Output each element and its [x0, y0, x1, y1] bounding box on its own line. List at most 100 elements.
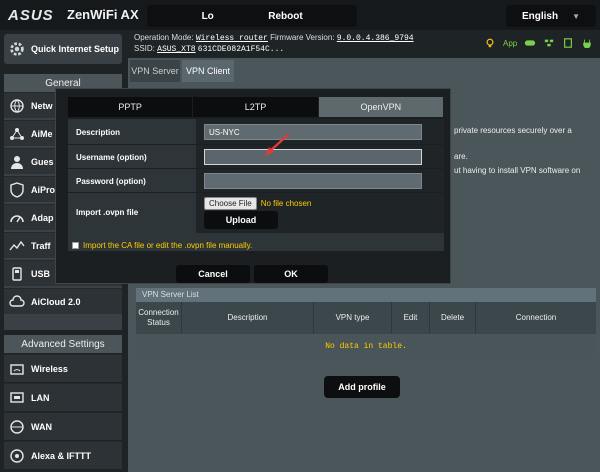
description-row: Description: [68, 119, 444, 145]
description-text-1: private resources securely over a: [454, 126, 572, 135]
upload-button[interactable]: Upload: [204, 211, 278, 229]
sidebar-item-label: AiPro: [31, 184, 56, 195]
password-row: Password (option): [68, 169, 444, 193]
gamepad-icon[interactable]: [524, 38, 536, 48]
bulb-icon[interactable]: [484, 38, 496, 48]
description-cell: [196, 119, 444, 144]
guest-icon: [11, 155, 23, 169]
ca-import-option: Import the CA file or edit the .ovpn fil…: [72, 241, 252, 250]
col-connection-status: Connection Status: [136, 302, 182, 334]
alexa-icon: [10, 448, 24, 463]
cancel-button[interactable]: Cancel: [176, 265, 250, 283]
quick-setup-label: Quick Internet Setup: [31, 44, 120, 54]
description-text-2: are.: [454, 152, 468, 161]
sidebar-item-label: USB: [31, 268, 51, 279]
protocol-tabs: PPTP L2TP OpenVPN: [68, 97, 444, 117]
ovpn-label: Import .ovpn file: [76, 208, 139, 217]
chevron-down-icon: ▼: [572, 11, 581, 21]
sidebar-item-wan[interactable]: WAN: [4, 412, 122, 440]
gear-icon: [10, 42, 24, 56]
password-label: Password (option): [76, 177, 146, 186]
ssid-link[interactable]: ASUS_XT8: [157, 45, 195, 54]
sidebar-item-label: Wireless: [31, 363, 68, 374]
sidebar-item-label: Gues: [31, 156, 54, 167]
col-delete: Delete: [430, 302, 476, 334]
language-value: English: [521, 10, 559, 22]
sidebar-item-label: AiCloud 2.0: [31, 296, 81, 307]
description-label: Description: [76, 128, 121, 137]
shield-icon: [10, 181, 24, 198]
tab-l2tp[interactable]: L2TP: [193, 97, 319, 117]
app-label[interactable]: App: [503, 39, 517, 48]
firmware-link[interactable]: 9.0.0.4.386_9794: [337, 34, 414, 43]
vpn-table-header: Connection Status Description VPN type E…: [136, 302, 596, 334]
tab-vpn-server[interactable]: VPN Server: [130, 60, 180, 82]
globe-icon: [10, 98, 24, 113]
username-input[interactable]: [204, 149, 422, 165]
password-input[interactable]: [204, 173, 422, 189]
network-icon[interactable]: [543, 38, 555, 48]
description-input[interactable]: [204, 124, 422, 140]
cloud-icon: [9, 294, 25, 307]
file-chooser: Choose File No file chosen: [204, 197, 311, 210]
ssid-extra: 631CDE082A1F54C...: [197, 45, 285, 54]
tab-openvpn[interactable]: OpenVPN: [318, 97, 444, 117]
password-cell: [196, 169, 444, 192]
quick-internet-setup-button[interactable]: Quick Internet Setup: [4, 34, 122, 64]
usb-status-icon[interactable]: [562, 38, 574, 48]
sidebar-item-label: Adap: [31, 212, 54, 223]
reboot-button[interactable]: Reboot: [214, 5, 357, 27]
ca-import-text: Import the CA file or edit the .ovpn fil…: [83, 241, 253, 250]
tab-pptp[interactable]: PPTP: [68, 97, 194, 117]
gauge-icon: [10, 214, 24, 222]
ca-checkbox[interactable]: [72, 242, 79, 249]
firmware-label: Firmware Version:: [270, 33, 335, 42]
top-header: ASUS ZenWiFi AX Logout Reboot English ▼: [0, 0, 600, 30]
advanced-section-title: Advanced Settings: [4, 335, 122, 353]
sidebar-item-label: Traff: [31, 240, 51, 251]
lan-icon: [10, 391, 24, 403]
choose-file-button[interactable]: Choose File: [204, 197, 257, 210]
model-name: ZenWiFi AX: [67, 7, 139, 22]
col-connection: Connection: [515, 313, 557, 322]
sidebar-item-label: AiMe: [31, 128, 53, 139]
sidebar-item-lan[interactable]: LAN: [4, 383, 122, 411]
add-profile-button[interactable]: Add profile: [324, 376, 400, 398]
asus-logo: ASUS: [8, 7, 54, 24]
sidebar-item-alexa-ifttt[interactable]: Alexa & IFTTT: [4, 441, 122, 469]
mesh-icon: [10, 127, 24, 140]
vpn-profile-dialog: PPTP L2TP OpenVPN Description Username (…: [55, 88, 451, 284]
tab-vpn-client[interactable]: VPN Client: [182, 60, 234, 82]
plug-icon[interactable]: [581, 38, 593, 48]
status-icons: App: [484, 38, 593, 48]
ssid-label: SSID:: [134, 44, 155, 53]
usb-icon: [12, 266, 22, 281]
red-arrow-icon: [265, 133, 290, 156]
col-edit: Edit: [392, 302, 430, 334]
vpn-server-list-title: VPN Server List: [136, 288, 596, 302]
sidebar-item-wireless[interactable]: Wireless: [4, 354, 122, 382]
ssid-info: SSID: ASUS_XT8 631CDE082A1F54C...: [134, 44, 284, 54]
language-select[interactable]: English ▼: [506, 5, 596, 27]
sidebar-item-label: Netw: [31, 100, 53, 111]
status-info-bar: Operation Mode: Wireless router Firmware…: [128, 30, 600, 58]
sidebar-item-aicloud[interactable]: AiCloud 2.0: [4, 288, 122, 314]
ovpn-import-row: Import .ovpn file Choose File No file ch…: [68, 193, 444, 233]
sidebar-item-label: LAN: [31, 392, 50, 403]
ok-button[interactable]: OK: [254, 265, 328, 283]
table-empty-message: No data in table.: [136, 334, 596, 358]
col-description: Description: [182, 302, 314, 334]
openvpn-form: Description Username (option) Password (…: [68, 119, 444, 251]
sidebar-item-label: WAN: [31, 421, 52, 432]
username-label: Username (option): [76, 153, 147, 162]
col-vpn-type: VPN type: [314, 302, 392, 334]
username-row: Username (option): [68, 145, 444, 169]
description-text-3: ut having to install VPN software on: [454, 166, 581, 175]
wifi-icon: [10, 363, 24, 375]
ovpn-cell: Choose File No file chosen Upload: [196, 193, 444, 233]
traffic-icon: [9, 240, 25, 250]
sidebar-item-label: Alexa & IFTTT: [31, 450, 92, 461]
operation-mode-link[interactable]: Wireless router: [196, 34, 268, 43]
operation-mode-label: Operation Mode:: [134, 33, 194, 42]
no-file-text: No file chosen: [260, 199, 312, 208]
